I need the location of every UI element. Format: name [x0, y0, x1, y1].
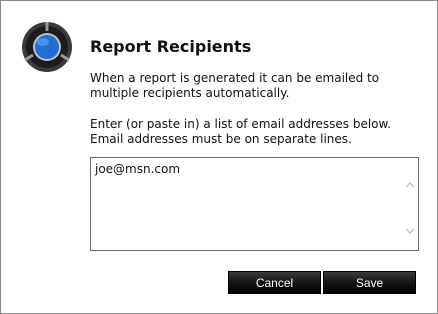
recipients-textarea[interactable]: joe@msn.com [90, 157, 419, 251]
intro-line-1: When a report is generated it can be ema… [90, 71, 380, 85]
cancel-button[interactable]: Cancel [228, 271, 321, 294]
save-button[interactable]: Save [323, 271, 416, 294]
recipients-value[interactable]: joe@msn.com [91, 158, 409, 181]
dialog-title: Report Recipients [90, 37, 252, 56]
report-recipients-dialog: Report Recipients When a report is gener… [0, 0, 438, 314]
intro-text: When a report is generated it can be ema… [90, 71, 420, 101]
app-logo-icon [21, 21, 73, 73]
chevron-up-icon[interactable] [404, 176, 416, 188]
instructions-line-1: Enter (or paste in) a list of email addr… [90, 117, 392, 131]
intro-line-2: multiple recipients automatically. [90, 86, 290, 100]
textarea-scrollbar[interactable] [402, 158, 418, 250]
chevron-down-icon[interactable] [404, 222, 416, 235]
instructions-text: Enter (or paste in) a list of email addr… [90, 117, 420, 147]
instructions-line-2: Email addresses must be on separate line… [90, 132, 352, 146]
